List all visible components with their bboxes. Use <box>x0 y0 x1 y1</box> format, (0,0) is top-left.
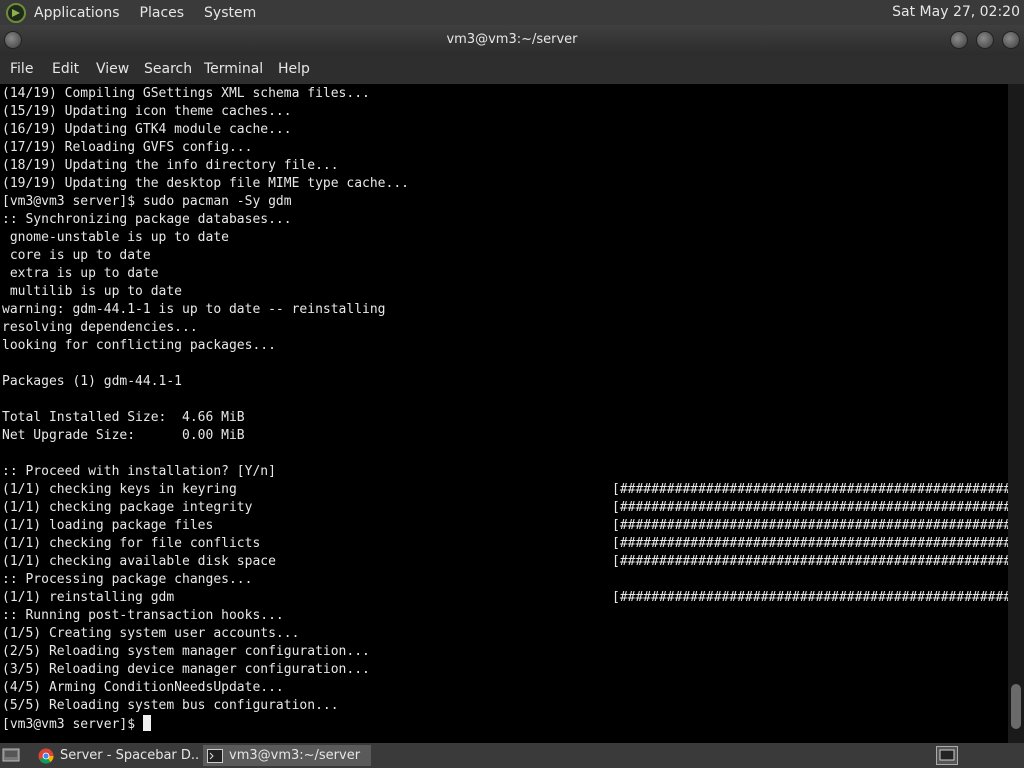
bottom-panel: Server - Spacebar D... vm3@vm3:~/server <box>0 743 1024 768</box>
top-panel: Applications Places System Sat May 27, 0… <box>0 0 1024 25</box>
window-titlebar[interactable]: vm3@vm3:~/server <box>0 25 1024 55</box>
terminal-line: extra is up to date <box>2 266 159 281</box>
terminal-line: (2/5) Reloading system manager configura… <box>2 644 370 659</box>
prompt-text: [vm3@vm3 server]$ <box>2 717 143 732</box>
progress-line: (1/1) checking for file conflicts [######… <box>2 535 1008 553</box>
menu-view[interactable]: View <box>96 61 129 77</box>
gnome-foot-icon[interactable] <box>6 2 26 23</box>
progress-bar: [#######################################… <box>612 554 1008 569</box>
terminal-line: :: Running post-transaction hooks... <box>2 608 284 623</box>
terminal-icon <box>207 748 223 763</box>
terminal-line: [vm3@vm3 server]$ sudo pacman -Sy gdm <box>2 194 292 209</box>
terminal-output[interactable]: (14/19) Compiling GSettings XML schema f… <box>0 84 1008 743</box>
menu-edit[interactable]: Edit <box>52 61 79 77</box>
progress-line: (1/1) checking available disk space [####… <box>2 553 1008 571</box>
menu-search[interactable]: Search <box>144 61 192 77</box>
terminal-line: (17/19) Reloading GVFS config... <box>2 140 253 155</box>
progress-label: (1/1) reinstalling gdm <box>2 590 175 605</box>
progress-label: (1/1) loading package files <box>2 518 214 533</box>
terminal-line: :: Synchronizing package databases... <box>2 212 292 227</box>
menu-terminal[interactable]: Terminal <box>204 61 263 77</box>
terminal-line: (4/5) Arming ConditionNeedsUpdate... <box>2 680 284 695</box>
progress-bar: [#######################################… <box>612 500 1008 515</box>
terminal-line: multilib is up to date <box>2 284 183 299</box>
shell-prompt[interactable]: [vm3@vm3 server]$ <box>2 715 1008 733</box>
text-cursor <box>142 715 151 731</box>
chrome-icon <box>38 748 54 764</box>
workspace-switcher-icon[interactable] <box>936 746 958 765</box>
terminal-line: Net Upgrade Size: 0.00 MiB <box>2 428 245 443</box>
terminal-line: core is up to date <box>2 248 151 263</box>
taskbar-item-label: Server - Spacebar D... <box>60 748 200 763</box>
minimize-button[interactable] <box>950 31 968 49</box>
progress-bar: [#######################################… <box>612 482 1008 497</box>
menu-help[interactable]: Help <box>278 61 310 77</box>
maximize-button[interactable] <box>976 31 994 49</box>
menu-file[interactable]: File <box>10 61 33 77</box>
progress-line: (1/1) reinstalling gdm [#################… <box>2 589 1008 607</box>
terminal-line: (3/5) Reloading device manager configura… <box>2 662 370 677</box>
terminal-line: Packages (1) gdm-44.1-1 <box>2 374 183 389</box>
progress-label: (1/1) checking for file conflicts <box>2 536 261 551</box>
progress-bar: [#######################################… <box>612 590 1008 605</box>
clock[interactable]: Sat May 27, 02:20 <box>892 4 1020 20</box>
scrollbar[interactable] <box>1008 84 1024 743</box>
terminal-line: (5/5) Reloading system bus configuration… <box>2 698 339 713</box>
taskbar-item-browser[interactable]: Server - Spacebar D... <box>34 745 200 766</box>
taskbar-item-label: vm3@vm3:~/server <box>229 748 361 763</box>
terminal-line: (15/19) Updating icon theme caches... <box>2 104 292 119</box>
progress-bar: [#######################################… <box>612 518 1008 533</box>
terminal-line: warning: gdm-44.1-1 is up to date -- rei… <box>2 302 386 317</box>
close-button[interactable] <box>1002 31 1020 49</box>
terminal-line: gnome-unstable is up to date <box>2 230 229 245</box>
show-desktop-icon[interactable] <box>2 747 20 763</box>
taskbar-item-terminal[interactable]: vm3@vm3:~/server <box>203 745 371 766</box>
progress-line: (1/1) checking package integrity [#######… <box>2 499 1008 517</box>
system-menu[interactable]: System <box>204 5 256 21</box>
terminal-line: (18/19) Updating the info directory file… <box>2 158 339 173</box>
progress-label: (1/1) checking available disk space <box>2 554 276 569</box>
terminal-line: (16/19) Updating GTK4 module cache... <box>2 122 292 137</box>
progress-label: (1/1) checking keys in keyring <box>2 482 237 497</box>
terminal-line: (14/19) Compiling GSettings XML schema f… <box>2 86 370 101</box>
progress-bar: [#######################################… <box>612 536 1008 551</box>
menubar: File Edit View Search Terminal Help <box>0 55 1024 84</box>
progress-line: (1/1) checking keys in keyring [#########… <box>2 481 1008 499</box>
terminal-line: (19/19) Updating the desktop file MIME t… <box>2 176 409 191</box>
terminal-line: :: Processing package changes... <box>2 572 253 587</box>
terminal-line: :: Proceed with installation? [Y/n] <box>2 464 276 479</box>
places-menu[interactable]: Places <box>140 5 185 21</box>
scrollbar-thumb[interactable] <box>1011 684 1021 729</box>
terminal-line: looking for conflicting packages... <box>2 338 276 353</box>
progress-label: (1/1) checking package integrity <box>2 500 253 515</box>
progress-line: (1/1) loading package files [############… <box>2 517 1008 535</box>
terminal-line: resolving dependencies... <box>2 320 198 335</box>
terminal-line: (1/5) Creating system user accounts... <box>2 626 300 641</box>
terminal-window: vm3@vm3:~/server File Edit View Search T… <box>0 25 1024 743</box>
window-title: vm3@vm3:~/server <box>446 32 578 47</box>
terminal-line: Total Installed Size: 4.66 MiB <box>2 410 245 425</box>
applications-menu[interactable]: Applications <box>34 5 120 21</box>
